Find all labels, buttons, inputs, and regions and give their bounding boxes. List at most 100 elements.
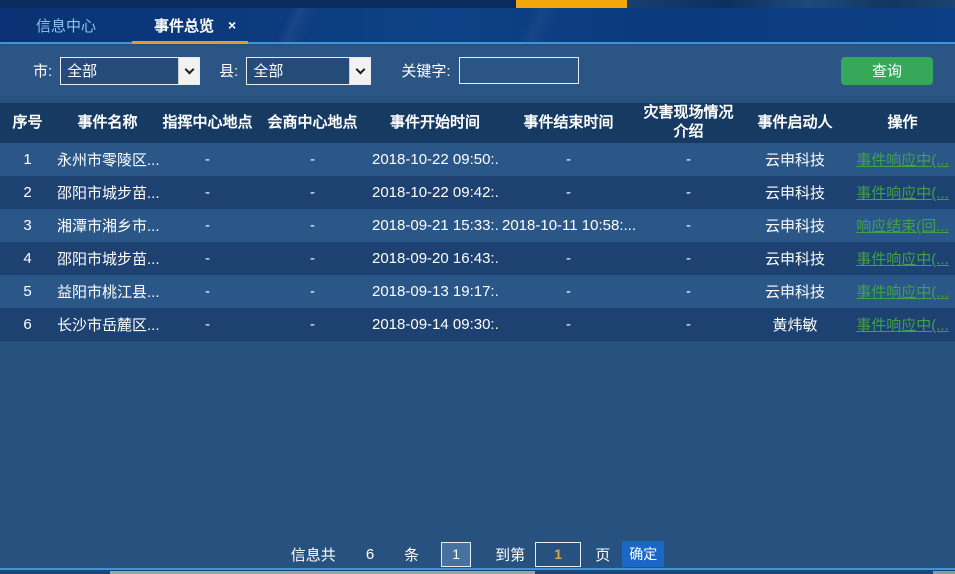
cell-event-name: 邵阳市城步苗... [55,176,160,209]
cell-seq: 4 [0,242,55,275]
active-tab-underline [132,41,248,44]
cell-starter: 云申科技 [740,209,850,242]
cell-end-time: - [500,308,637,341]
col-scene-intro: 灾害现场情况介绍 [637,103,740,143]
query-button[interactable]: 查询 [841,57,933,85]
cell-start-time: 2018-09-20 16:43:... [370,242,500,275]
pagination-bar: 信息共 6 条 1 到第 页 确定 [0,540,955,568]
goto-page-label: 到第 [495,544,525,565]
table-row[interactable]: 6 长沙市岳麓区... - - 2018-09-14 09:30:... - -… [0,308,955,341]
total-suffix-label: 条 [404,544,419,565]
page-suffix-label: 页 [595,544,610,565]
cell-event-name: 长沙市岳麓区... [55,308,160,341]
cell-meeting-center: - [255,308,370,341]
top-orange-segment [516,0,627,8]
keyword-input[interactable] [459,57,579,84]
cell-seq: 2 [0,176,55,209]
cell-start-time: 2018-10-22 09:42:... [370,176,500,209]
cell-end-time: - [500,143,637,176]
cell-starter: 云申科技 [740,176,850,209]
action-link[interactable]: 响应结束(回... [856,218,949,235]
cell-command-center: - [160,308,255,341]
top-background-image [627,0,955,8]
col-operation: 操作 [850,103,955,143]
action-link[interactable]: 事件响应中(... [856,152,949,169]
cell-starter: 云申科技 [740,275,850,308]
cell-seq: 3 [0,209,55,242]
cell-command-center: - [160,209,255,242]
table-row[interactable]: 3 湘潭市湘乡市... - - 2018-09-21 15:33:... 201… [0,209,955,242]
tab-event-overview-label: 事件总览 [154,15,214,36]
cell-command-center: - [160,176,255,209]
col-seq: 序号 [0,103,55,143]
tab-event-overview[interactable]: 事件总览 × [132,8,248,42]
city-select[interactable]: 全部 [60,57,200,85]
table-row[interactable]: 1 永州市零陵区... - - 2018-10-22 09:50:... - -… [0,143,955,176]
cell-scene-intro: - [637,176,740,209]
cell-scene-intro: - [637,209,740,242]
cell-end-time: - [500,242,637,275]
cell-command-center: - [160,275,255,308]
cell-meeting-center: - [255,275,370,308]
chevron-down-icon[interactable] [178,58,199,84]
total-count: 6 [366,546,374,563]
tab-info-center[interactable]: 信息中心 [0,8,132,42]
cell-scene-intro: - [637,308,740,341]
action-link[interactable]: 事件响应中(... [856,284,949,301]
cell-meeting-center: - [255,176,370,209]
cell-end-time: - [500,176,637,209]
cell-meeting-center: - [255,209,370,242]
col-starter: 事件启动人 [740,103,850,143]
county-label: 县: [219,60,238,81]
cell-start-time: 2018-10-22 09:50:... [370,143,500,176]
city-label: 市: [33,60,52,81]
cell-scene-intro: - [637,275,740,308]
cell-seq: 6 [0,308,55,341]
cell-event-name: 湘潭市湘乡市... [55,209,160,242]
col-end-time: 事件结束时间 [500,103,637,143]
table-row[interactable]: 5 益阳市桃江县... - - 2018-09-13 19:17:... - -… [0,275,955,308]
cell-end-time: 2018-10-11 10:58:... [500,209,637,242]
cell-starter: 黄炜敏 [740,308,850,341]
cell-meeting-center: - [255,143,370,176]
col-command-center: 指挥中心地点 [160,103,255,143]
filter-bar: 市: 全部 县: 全部 关键字: 查询 [0,46,955,95]
action-link[interactable]: 事件响应中(... [856,251,949,268]
action-link[interactable]: 事件响应中(... [856,317,949,334]
event-overview-page: { "top": { "tabs": [ { "label": "信息中心", … [0,0,955,574]
cell-start-time: 2018-09-21 15:33:... [370,209,500,242]
table-row[interactable]: 4 邵阳市城步苗... - - 2018-09-20 16:43:... - -… [0,242,955,275]
cell-scene-intro: - [637,143,740,176]
col-meeting-center: 会商中心地点 [255,103,370,143]
cell-seq: 5 [0,275,55,308]
col-start-time: 事件开始时间 [370,103,500,143]
cell-command-center: - [160,242,255,275]
top-strip [0,0,955,8]
col-event-name: 事件名称 [55,103,160,143]
cell-end-time: - [500,275,637,308]
table-header: 序号 事件名称 指挥中心地点 会商中心地点 事件开始时间 事件结束时间 灾害现场… [0,103,955,143]
cell-event-name: 邵阳市城步苗... [55,242,160,275]
cell-start-time: 2018-09-14 09:30:... [370,308,500,341]
county-select[interactable]: 全部 [246,57,371,85]
event-table: 序号 事件名称 指挥中心地点 会商中心地点 事件开始时间 事件结束时间 灾害现场… [0,103,955,341]
cell-starter: 云申科技 [740,242,850,275]
goto-page-input[interactable] [535,542,581,567]
confirm-button[interactable]: 确定 [622,541,664,567]
cell-scene-intro: - [637,242,740,275]
chevron-down-icon[interactable] [349,58,370,84]
tab-bar: 信息中心 事件总览 × [0,8,955,44]
close-icon[interactable]: × [228,17,236,33]
total-prefix-label: 信息共 [291,544,336,565]
cell-event-name: 益阳市桃江县... [55,275,160,308]
cell-seq: 1 [0,143,55,176]
page-number-button[interactable]: 1 [441,542,471,567]
county-select-value: 全部 [247,60,349,81]
city-select-value: 全部 [61,60,178,81]
cell-event-name: 永州市零陵区... [55,143,160,176]
cell-start-time: 2018-09-13 19:17:... [370,275,500,308]
cell-command-center: - [160,143,255,176]
table-row[interactable]: 2 邵阳市城步苗... - - 2018-10-22 09:42:... - -… [0,176,955,209]
action-link[interactable]: 事件响应中(... [856,185,949,202]
cell-starter: 云申科技 [740,143,850,176]
